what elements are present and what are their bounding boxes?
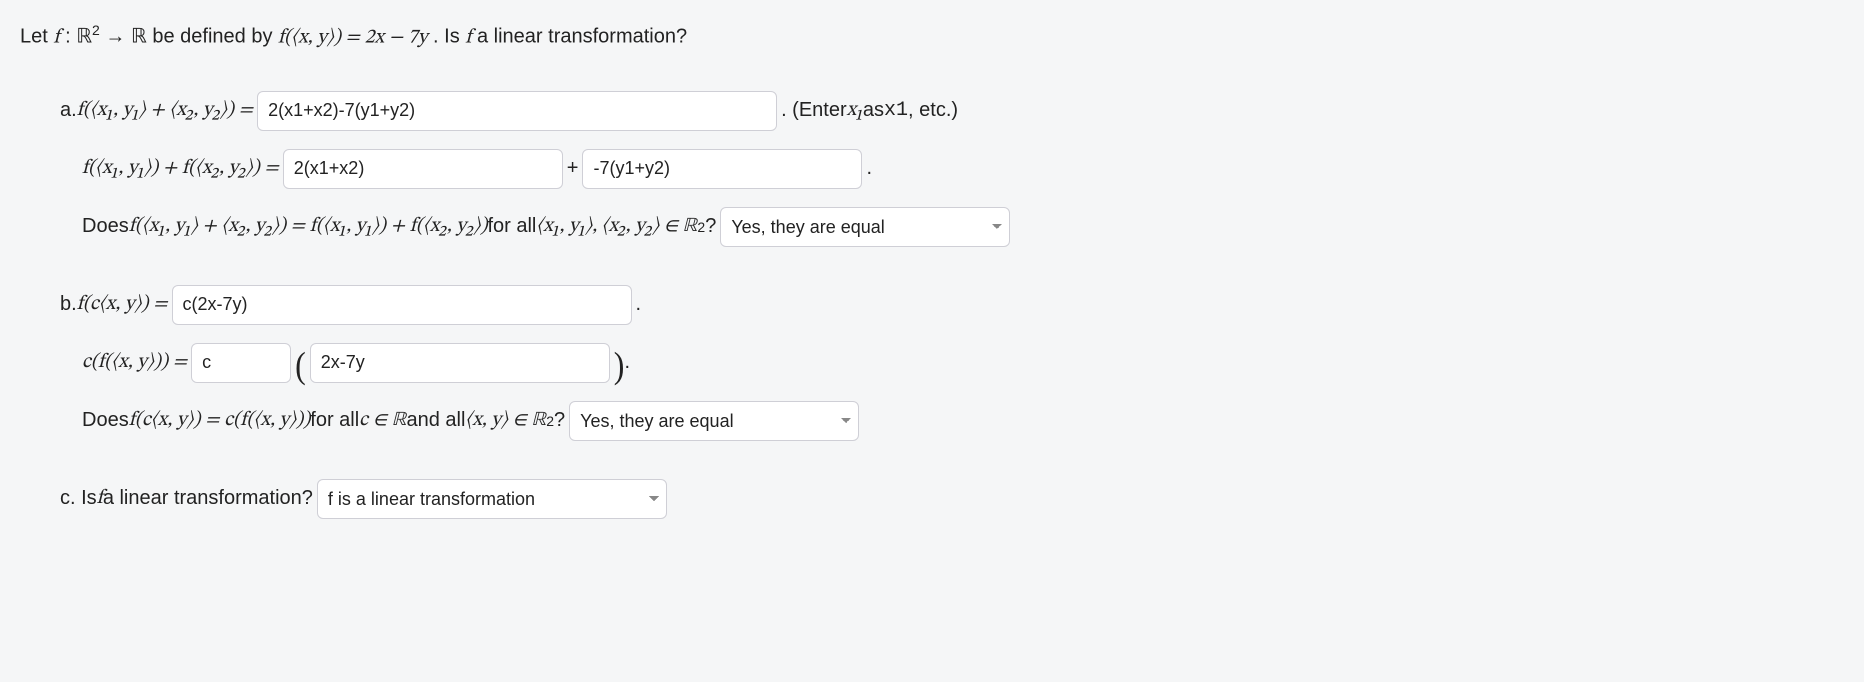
part-a-line-1: a. f(⟨x₁, y₁⟩ + ⟨x₂, y₂⟩) = . (Enter x₁ … bbox=[60, 89, 1844, 133]
part-c: c. Is f a linear transformation? f is a … bbox=[60, 477, 1844, 521]
problem-statement: Let f : ℝ2 → ℝ be defined by f(⟨x, y⟩) =… bbox=[20, 20, 1844, 53]
input-a1[interactable] bbox=[257, 91, 777, 131]
sup-2: 2 bbox=[697, 219, 705, 235]
part-label: b. bbox=[60, 293, 77, 316]
qmark: ? bbox=[554, 409, 565, 432]
for-all: for all bbox=[487, 215, 536, 238]
lhs-b2: c(f(⟨x, y⟩)) = bbox=[82, 350, 187, 375]
math-f: f bbox=[53, 28, 59, 48]
math-x1: x₁ bbox=[847, 98, 863, 123]
text: . Is bbox=[433, 26, 465, 48]
does: Does bbox=[82, 409, 129, 432]
input-a2b[interactable] bbox=[582, 149, 862, 189]
math-R: ℝ bbox=[131, 26, 147, 48]
mono-x1: x1 bbox=[884, 99, 908, 122]
select-b[interactable]: Yes, they are equal bbox=[569, 401, 859, 441]
text: . (Enter bbox=[781, 99, 847, 122]
and-all: and all bbox=[406, 409, 465, 432]
select-c[interactable]: f is a linear transformation bbox=[317, 479, 667, 519]
math-def: f(⟨x, y⟩) = 2x − 7y bbox=[278, 28, 427, 48]
c-in-R: c ∈ ℝ bbox=[359, 408, 406, 433]
part-a-line-2: f(⟨x₁, y₁⟩) + f(⟨x₂, y₂⟩) = + . bbox=[82, 147, 1844, 191]
arrow: → bbox=[105, 26, 131, 48]
eq-b: f(c⟨x, y⟩) = c(f(⟨x, y⟩)) bbox=[129, 408, 311, 433]
part-b-question: Does f(c⟨x, y⟩) = c(f(⟨x, y⟩)) for all c… bbox=[82, 399, 1844, 443]
paren-open: ( bbox=[295, 346, 306, 383]
qmark: ? bbox=[705, 215, 716, 238]
part-label: c. Is bbox=[60, 487, 97, 510]
part-c-line: c. Is f a linear transformation? f is a … bbox=[60, 477, 1844, 521]
text: , etc.) bbox=[908, 99, 958, 122]
plus: + bbox=[567, 157, 579, 180]
input-b2b[interactable] bbox=[310, 343, 610, 383]
set-a: ⟨x₁, y₁⟩, ⟨x₂, y₂⟩ ∈ ℝ bbox=[536, 214, 697, 239]
for-all: for all bbox=[310, 409, 359, 432]
part-label: a. bbox=[60, 99, 77, 122]
part-b: b. f(c⟨x, y⟩) = . c(f(⟨x, y⟩)) = ( ) . D… bbox=[60, 283, 1844, 443]
text: as bbox=[863, 99, 884, 122]
sup-2: 2 bbox=[546, 413, 554, 429]
sup-2: 2 bbox=[92, 22, 100, 38]
input-b2a[interactable] bbox=[191, 343, 291, 383]
text: a linear transformation? bbox=[103, 487, 313, 510]
paren-close: ) bbox=[614, 346, 625, 383]
math-R: ℝ bbox=[76, 26, 92, 48]
lhs-a2: f(⟨x₁, y₁⟩) + f(⟨x₂, y₂⟩) = bbox=[82, 156, 279, 181]
math-f: f bbox=[465, 28, 471, 48]
eq-a: f(⟨x₁, y₁⟩ + ⟨x₂, y₂⟩) = f(⟨x₁, y₁⟩) + f… bbox=[129, 214, 488, 239]
part-a-question: Does f(⟨x₁, y₁⟩ + ⟨x₂, y₂⟩) = f(⟨x₁, y₁⟩… bbox=[82, 205, 1844, 249]
part-b-line-1: b. f(c⟨x, y⟩) = . bbox=[60, 283, 1844, 327]
period: . bbox=[866, 157, 872, 180]
period: . bbox=[636, 293, 642, 316]
part-a: a. f(⟨x₁, y₁⟩ + ⟨x₂, y₂⟩) = . (Enter x₁ … bbox=[60, 89, 1844, 249]
select-a[interactable]: Yes, they are equal bbox=[720, 207, 1010, 247]
period: . bbox=[624, 351, 630, 374]
text: Let bbox=[20, 26, 53, 48]
lhs-a1: f(⟨x₁, y₁⟩ + ⟨x₂, y₂⟩) = bbox=[77, 98, 253, 123]
does: Does bbox=[82, 215, 129, 238]
part-b-line-2: c(f(⟨x, y⟩)) = ( ) . bbox=[82, 341, 1844, 385]
lhs-b1: f(c⟨x, y⟩) = bbox=[77, 292, 168, 317]
text: : bbox=[65, 26, 76, 48]
input-b1[interactable] bbox=[172, 285, 632, 325]
xy-in-R2: ⟨x, y⟩ ∈ ℝ bbox=[465, 408, 546, 433]
text: a linear transformation? bbox=[477, 26, 687, 48]
input-a2a[interactable] bbox=[283, 149, 563, 189]
text: be defined by bbox=[152, 26, 278, 48]
